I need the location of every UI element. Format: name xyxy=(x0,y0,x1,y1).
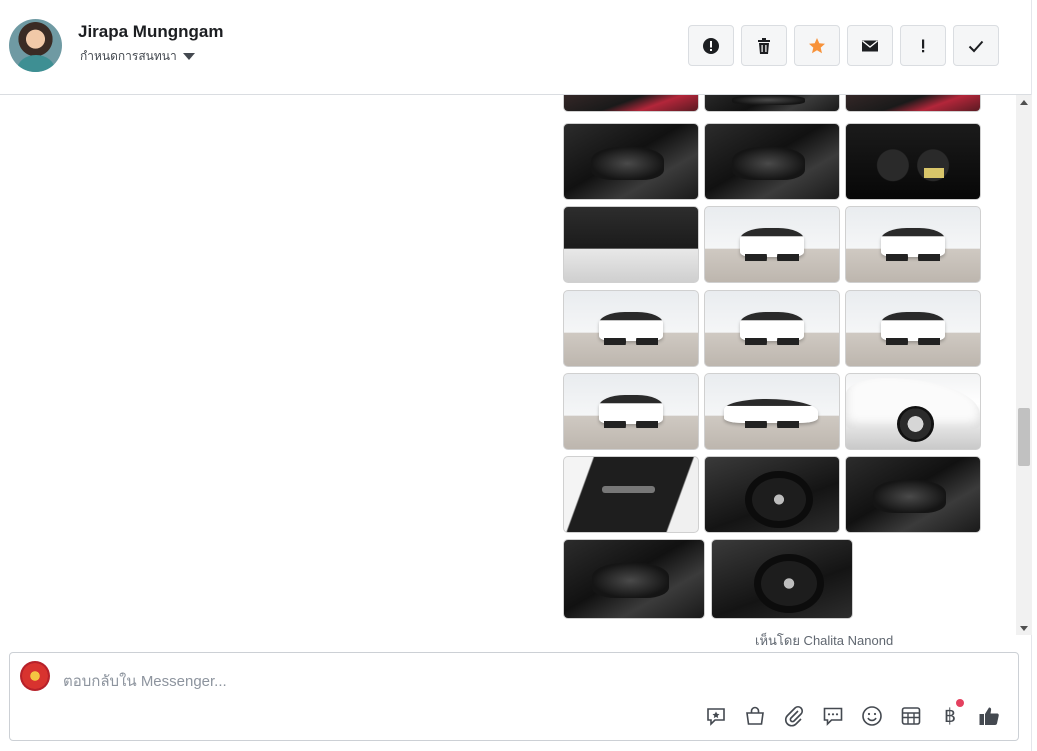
star-button[interactable] xyxy=(794,25,840,66)
car-photo[interactable] xyxy=(704,456,840,533)
car-photo[interactable] xyxy=(563,539,705,619)
conversation-scrollbar[interactable] xyxy=(1016,95,1032,635)
composer-toolbar: ฿ xyxy=(705,699,1000,727)
trash-icon xyxy=(758,37,770,54)
table-icon xyxy=(901,707,921,725)
car-photo[interactable] xyxy=(845,123,981,200)
checkmark-icon xyxy=(968,40,984,52)
car-photo[interactable] xyxy=(845,456,981,533)
star-icon xyxy=(809,37,825,53)
car-photo[interactable] xyxy=(845,290,981,367)
car-photo[interactable] xyxy=(563,95,699,112)
caret-down-icon xyxy=(182,53,195,60)
emoji-icon xyxy=(862,706,882,726)
attach-file-button[interactable] xyxy=(783,705,805,727)
assign-conversation-label: กำหนดการสนทนา xyxy=(80,49,177,63)
car-photo[interactable] xyxy=(704,290,840,367)
report-spam-button[interactable] xyxy=(688,25,734,66)
mark-unread-button[interactable] xyxy=(847,25,893,66)
page-avatar xyxy=(20,661,50,691)
delete-button[interactable] xyxy=(741,25,787,66)
header-actions xyxy=(688,25,999,66)
envelope-icon xyxy=(862,39,878,51)
saved-reply-button[interactable] xyxy=(705,705,727,727)
car-photo[interactable] xyxy=(704,95,840,112)
car-photo[interactable] xyxy=(845,95,981,112)
message-composer: ตอบกลับใน Messenger... ฿ xyxy=(9,652,1019,741)
car-photo[interactable] xyxy=(704,123,840,200)
notification-dot xyxy=(956,699,964,707)
contact-name[interactable]: Jirapa Mungngam xyxy=(78,22,223,42)
conversation-area xyxy=(0,95,1016,635)
like-icon xyxy=(979,707,999,725)
exclamation-icon xyxy=(922,39,925,52)
car-photo[interactable] xyxy=(563,206,699,283)
emoji-button[interactable] xyxy=(861,705,883,727)
chat-bubble-icon xyxy=(823,707,843,726)
car-photo[interactable] xyxy=(845,373,981,450)
reply-input[interactable]: ตอบกลับใน Messenger... xyxy=(63,669,227,693)
scroll-down-arrow-icon[interactable] xyxy=(1020,626,1028,631)
saved-reply-icon xyxy=(707,708,725,726)
car-photo[interactable] xyxy=(563,373,699,450)
mark-done-button[interactable] xyxy=(953,25,999,66)
car-photo[interactable] xyxy=(704,206,840,283)
follow-up-button[interactable] xyxy=(900,25,946,66)
exclamation-circle-icon xyxy=(703,37,719,54)
shop-button[interactable] xyxy=(744,705,766,727)
car-photo[interactable] xyxy=(845,206,981,283)
scroll-thumb[interactable] xyxy=(1018,408,1030,466)
seen-by-text: เห็นโดย Chalita Nanond xyxy=(755,633,894,648)
like-button[interactable] xyxy=(978,705,1000,727)
car-photo[interactable] xyxy=(563,123,699,200)
shopping-bag-icon xyxy=(746,706,764,725)
quick-reply-button[interactable] xyxy=(822,705,844,727)
appointment-button[interactable] xyxy=(900,705,922,727)
conversation-header: Jirapa Mungngam กำหนดการสนทนา xyxy=(0,0,1032,95)
car-photo[interactable] xyxy=(563,290,699,367)
contact-avatar[interactable] xyxy=(9,19,62,72)
baht-icon: ฿ xyxy=(943,705,957,727)
car-photo[interactable] xyxy=(563,456,699,533)
car-photo[interactable] xyxy=(704,373,840,450)
payment-button[interactable]: ฿ xyxy=(939,699,964,727)
assign-conversation-dropdown[interactable]: กำหนดการสนทนา xyxy=(80,47,195,66)
car-photo[interactable] xyxy=(711,539,853,619)
attachment-icon xyxy=(785,705,804,727)
scroll-up-arrow-icon[interactable] xyxy=(1020,100,1028,105)
